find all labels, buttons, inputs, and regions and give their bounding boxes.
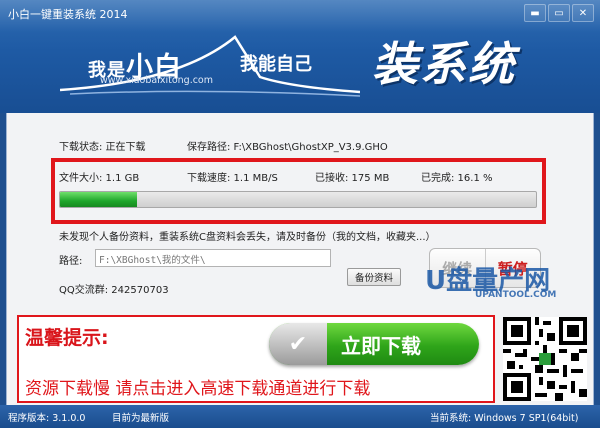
app-window: 小白一键重装系统 2014 ▬ ▭ ✕ 我是小白 www.xiaobaixito… <box>0 0 600 428</box>
logo-text-2: 我能自己 <box>240 54 312 75</box>
check-icon: ✔ <box>269 323 327 365</box>
download-status: 下载状态: 正在下载 <box>59 142 146 153</box>
window-title: 小白一键重装系统 2014 <box>8 8 128 21</box>
latest-version-note: 目前为最新版 <box>112 413 170 424</box>
current-os: 当前系统: Windows 7 SP1(64bit) <box>430 413 579 424</box>
minimize-button[interactable]: ▬ <box>524 4 546 22</box>
file-size: 文件大小: 1.1 GB <box>59 173 140 184</box>
status-bar: 程序版本: 3.1.0.0 目前为最新版 当前系统: Windows 7 SP1… <box>0 405 600 428</box>
save-path: 保存路径: F:\XBGhost\GhostXP_V3.9.GHO <box>187 138 388 153</box>
slow-download-link[interactable]: 资源下载慢 请点击进入高速下载通道进行下载 <box>25 374 370 399</box>
backup-path-input[interactable]: F:\XBGhost\我的文件\ <box>95 249 331 267</box>
qr-code-icon <box>503 317 587 401</box>
backup-button[interactable]: 备份资料 <box>347 268 401 286</box>
download-speed: 下载速度: 1.1 MB/S <box>187 173 278 184</box>
watermark-sub: UPANTOOL.COM <box>475 290 557 300</box>
path-label: 路径: <box>59 256 83 267</box>
header: 小白一键重装系统 2014 ▬ ▭ ✕ 我是小白 www.xiaobaixito… <box>0 0 600 113</box>
qq-group: QQ交流群: 242570703 <box>59 285 169 296</box>
progress-fill <box>60 192 137 207</box>
completed-percent: 已完成: 16.1 % <box>421 173 493 184</box>
save-path-text: 保存路径: F:\XBGhost\GhostXP_V3.9.GHO <box>187 142 388 153</box>
logo-text-3: 装系统 <box>372 37 516 91</box>
download-now-label: 立即下载 <box>341 333 421 358</box>
program-version: 程序版本: 3.1.0.0 <box>8 413 86 424</box>
received-amount: 已接收: 175 MB <box>315 173 390 184</box>
download-progress-bar <box>59 191 537 208</box>
tip-title: 温馨提示: <box>25 327 109 349</box>
promo-banner[interactable]: 温馨提示: ✔ 立即下载 资源下载慢 请点击进入高速下载通道进行下载 <box>17 315 495 403</box>
backup-notice: 未发现个人备份资料，重装系统C盘资料会丢失，请及时备份（我的文档，收藏夹...） <box>59 232 436 243</box>
window-controls: ▬ ▭ ✕ <box>524 4 594 22</box>
restore-button[interactable]: ▭ <box>548 4 570 22</box>
close-button[interactable]: ✕ <box>572 4 594 22</box>
main-content: 下载状态: 正在下载 保存路径: F:\XBGhost\GhostXP_V3.9… <box>6 113 594 405</box>
logo-url: www.xiaobaixitong.com <box>100 75 214 86</box>
qr-code <box>503 317 587 401</box>
download-now-button[interactable]: ✔ 立即下载 <box>269 323 479 365</box>
